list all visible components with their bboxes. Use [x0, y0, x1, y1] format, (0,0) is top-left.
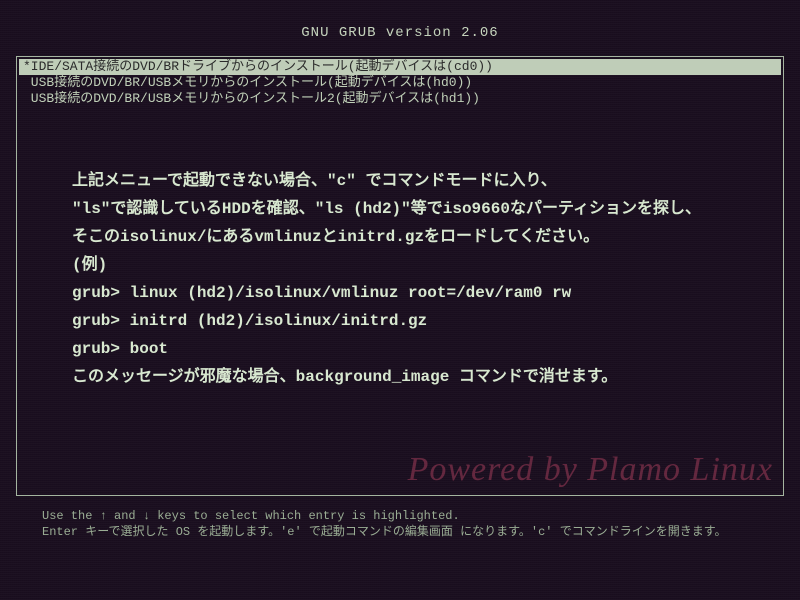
instruction-line: このメッセージが邪魔な場合、background_image コマンドで消せます… [72, 363, 752, 391]
boot-entry[interactable]: *IDE/SATA接続のDVD/BRドライブからのインストール(起動デバイスは(… [19, 59, 781, 75]
instruction-block: 上記メニューで起動できない場合、"c" でコマンドモードに入り、 "ls"で認識… [72, 167, 752, 391]
brand-watermark: Powered by Plamo Linux [408, 451, 773, 489]
boot-entry[interactable]: USB接続のDVD/BR/USBメモリからのインストール2(起動デバイスは(hd… [19, 91, 781, 107]
footer-hint-line: Use the ↑ and ↓ keys to select which ent… [42, 508, 782, 524]
boot-entry-list[interactable]: *IDE/SATA接続のDVD/BRドライブからのインストール(起動デバイスは(… [17, 57, 783, 107]
instruction-line: 上記メニューで起動できない場合、"c" でコマンドモードに入り、 [72, 167, 752, 195]
instruction-line: grub> linux (hd2)/isolinux/vmlinuz root=… [72, 279, 752, 307]
grub-footer: Use the ↑ and ↓ keys to select which ent… [42, 508, 782, 540]
instruction-line: (例) [72, 251, 752, 279]
instruction-line: grub> initrd (hd2)/isolinux/initrd.gz [72, 307, 752, 335]
grub-header: GNU GRUB version 2.06 [0, 0, 800, 41]
instruction-line: grub> boot [72, 335, 752, 363]
footer-hint-line: Enter キーで選択した OS を起動します。'e' で起動コマンドの編集画面… [42, 524, 782, 540]
instruction-line: "ls"で認識しているHDDを確認、"ls (hd2)"等でiso9660なパー… [72, 195, 752, 223]
boot-entry[interactable]: USB接続のDVD/BR/USBメモリからのインストール(起動デバイスは(hd0… [19, 75, 781, 91]
grub-menu-box: *IDE/SATA接続のDVD/BRドライブからのインストール(起動デバイスは(… [16, 56, 784, 496]
instruction-line: そこのisolinux/にあるvmlinuzとinitrd.gzをロードしてくだ… [72, 223, 752, 251]
